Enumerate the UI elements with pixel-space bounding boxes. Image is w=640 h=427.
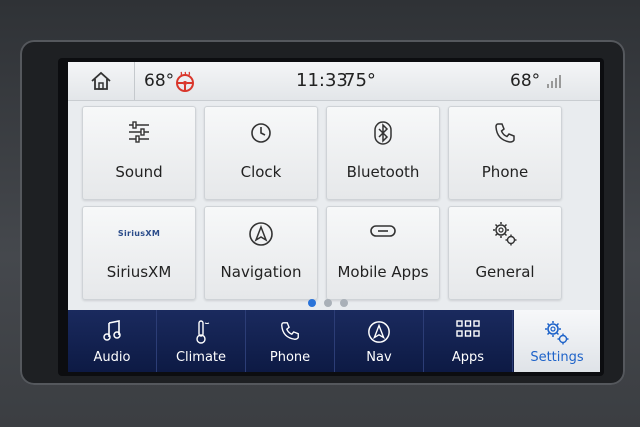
- signal-strength-icon: [547, 75, 561, 88]
- siriusxm-logo: SiriusXM: [117, 229, 161, 238]
- tile-phone[interactable]: Phone: [448, 106, 562, 200]
- music-note-icon: [103, 320, 121, 341]
- tile-label: Mobile Apps: [337, 263, 429, 281]
- nav-climate[interactable]: Climate: [157, 310, 246, 372]
- tile-label: Navigation: [220, 263, 302, 281]
- clock-time: 11:33: [296, 70, 348, 91]
- tile-label: Clock: [240, 163, 282, 181]
- navigation-arrow-icon: [368, 321, 390, 343]
- tile-clock[interactable]: Clock: [204, 106, 318, 200]
- tile-label: General: [475, 263, 535, 281]
- tile-label: Sound: [115, 163, 163, 181]
- clock-icon: [251, 123, 271, 143]
- tile-label: SiriusXM: [106, 263, 172, 281]
- navigation-arrow-icon: [249, 222, 273, 246]
- nav-label: Climate: [175, 350, 227, 365]
- gears-icon: [493, 222, 517, 246]
- passenger-temperature[interactable]: 68°: [510, 71, 540, 91]
- home-button[interactable]: [68, 62, 135, 100]
- nav-label: Nav: [366, 350, 392, 365]
- nav-label: Apps: [451, 350, 485, 365]
- heated-steering-wheel-icon[interactable]: [174, 71, 196, 93]
- tile-sound[interactable]: Sound: [82, 106, 196, 200]
- gears-icon: [545, 321, 569, 345]
- tile-mobile-apps[interactable]: Mobile Apps: [326, 206, 440, 300]
- tile-label: Bluetooth: [346, 163, 420, 181]
- page-dot-3[interactable]: [340, 299, 348, 307]
- nav-apps[interactable]: Apps: [424, 310, 513, 372]
- nav-label: Audio: [93, 350, 131, 365]
- bottom-nav-bar: Audio Climate Phone Nav Apps Settings: [68, 310, 600, 372]
- phone-icon: [281, 322, 299, 340]
- nav-audio[interactable]: Audio: [68, 310, 157, 372]
- page-indicator[interactable]: [308, 292, 356, 311]
- equalizer-icon: [129, 121, 149, 143]
- phone-icon: [495, 123, 515, 143]
- nav-label: Settings: [530, 350, 584, 365]
- tile-general[interactable]: General: [448, 206, 562, 300]
- settings-display: 68° 11:33 75° 68° Sound Clock Bluetooth …: [68, 62, 600, 372]
- page-dot-1[interactable]: [308, 299, 316, 307]
- driver-temperature[interactable]: 68°: [144, 71, 174, 91]
- nav-nav[interactable]: Nav: [335, 310, 424, 372]
- status-bar: 68° 11:33 75° 68°: [68, 62, 600, 101]
- infotainment-screen: 68° 11:33 75° 68° Sound Clock Bluetooth …: [58, 58, 604, 376]
- nav-label: Phone: [269, 350, 311, 365]
- grid-icon: [456, 320, 480, 337]
- page-dot-2[interactable]: [324, 299, 332, 307]
- nav-phone[interactable]: Phone: [246, 310, 335, 372]
- nav-settings[interactable]: Settings: [514, 310, 600, 372]
- home-icon: [91, 71, 111, 90]
- tile-bluetooth[interactable]: Bluetooth: [326, 106, 440, 200]
- tile-siriusxm[interactable]: SiriusXM SiriusXM: [82, 206, 196, 300]
- thermometer-icon: [196, 320, 210, 344]
- bluetooth-icon: [374, 121, 392, 145]
- link-icon: [370, 225, 396, 237]
- tile-label: Phone: [481, 163, 529, 181]
- tile-navigation[interactable]: Navigation: [204, 206, 318, 300]
- outside-temperature: 75°: [344, 70, 376, 91]
